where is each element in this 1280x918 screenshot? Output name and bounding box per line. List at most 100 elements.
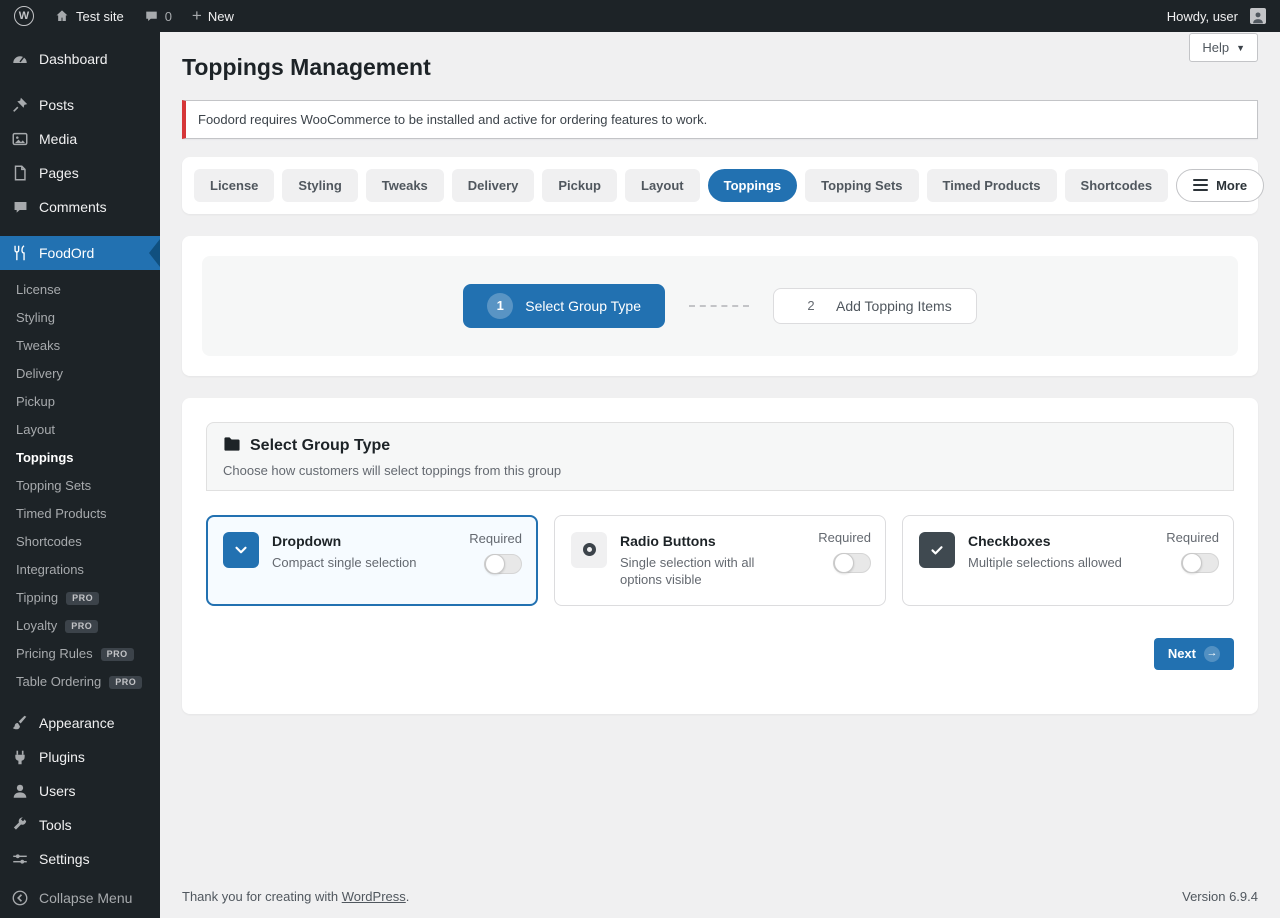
submenu-label: Delivery — [16, 365, 63, 383]
footer-version: Version 6.9.4 — [1182, 889, 1258, 904]
footer-thanks: Thank you for creating with WordPress. — [182, 889, 409, 904]
submenu-label: Pickup — [16, 393, 55, 411]
pro-badge: PRO — [109, 676, 142, 689]
submenu-label: Table Ordering — [16, 673, 101, 691]
tab-tweaks[interactable]: Tweaks — [366, 169, 444, 202]
dashboard-icon — [10, 50, 30, 68]
submenu-item-table-ordering[interactable]: Table Ordering PRO — [0, 668, 160, 696]
sidebar-item-plugins[interactable]: Plugins — [0, 740, 160, 774]
submenu-label: Tweaks — [16, 337, 60, 355]
option-title: Radio Buttons — [620, 532, 799, 550]
notice-text: Foodord requires WooCommerce to be insta… — [198, 112, 707, 127]
wordpress-menu-button[interactable]: W — [4, 0, 44, 32]
option-card-radio-buttons[interactable]: Radio Buttons Single selection with all … — [554, 515, 886, 606]
submenu-label: Topping Sets — [16, 477, 91, 495]
sidebar-item-label: Tools — [39, 815, 72, 835]
tab-pickup[interactable]: Pickup — [542, 169, 617, 202]
more-tabs-button[interactable]: More — [1176, 169, 1264, 202]
toggle-knob — [1182, 553, 1202, 573]
tab-timed-products[interactable]: Timed Products — [927, 169, 1057, 202]
sidebar-item-pages[interactable]: Pages — [0, 156, 160, 190]
submenu-item-topping-sets[interactable]: Topping Sets — [0, 472, 160, 500]
sidebar-item-tools[interactable]: Tools — [0, 808, 160, 842]
tab-toppings[interactable]: Toppings — [708, 169, 798, 202]
required-label: Required — [469, 531, 522, 546]
submenu-item-pickup[interactable]: Pickup — [0, 388, 160, 416]
required-toggle[interactable] — [1181, 553, 1219, 573]
submenu-label: Loyalty — [16, 617, 57, 635]
wordpress-link[interactable]: WordPress — [342, 889, 406, 904]
step-number-badge: 1 — [487, 293, 513, 319]
tab-shortcodes[interactable]: Shortcodes — [1065, 169, 1169, 202]
avatar — [1250, 8, 1266, 24]
submenu-item-loyalty[interactable]: Loyalty PRO — [0, 612, 160, 640]
help-button[interactable]: Help ▼ — [1189, 33, 1258, 62]
required-toggle[interactable] — [833, 553, 871, 573]
sidebar-item-label: Settings — [39, 849, 90, 869]
tab-topping-sets[interactable]: Topping Sets — [805, 169, 918, 202]
sidebar-item-posts[interactable]: Posts — [0, 88, 160, 122]
submenu-label: Integrations — [16, 561, 84, 579]
home-icon — [54, 8, 70, 24]
sidebar-item-label: Dashboard — [39, 49, 108, 69]
pushpin-icon — [10, 96, 30, 114]
submenu-item-license[interactable]: License — [0, 276, 160, 304]
submenu-label: Styling — [16, 309, 55, 327]
sidebar-item-label: Pages — [39, 163, 79, 183]
step-add-topping-items[interactable]: 2 Add Topping Items — [773, 288, 977, 324]
sidebar-item-foodord[interactable]: FoodOrd — [0, 236, 160, 270]
sidebar-item-users[interactable]: Users — [0, 774, 160, 808]
food-icon — [10, 244, 30, 262]
submenu-item-integrations[interactable]: Integrations — [0, 556, 160, 584]
pro-badge: PRO — [65, 620, 98, 633]
step-label: Select Group Type — [525, 298, 641, 314]
submenu-item-delivery[interactable]: Delivery — [0, 360, 160, 388]
wrench-icon — [10, 816, 30, 834]
submenu-item-tweaks[interactable]: Tweaks — [0, 332, 160, 360]
submenu-label: Timed Products — [16, 505, 107, 523]
admin-bar: W Test site 0 + New Howdy, user — [0, 0, 1280, 32]
group-type-options: Dropdown Compact single selection Requir… — [206, 515, 1234, 606]
submenu-item-tipping[interactable]: TippingPRO — [0, 584, 160, 612]
current-menu-arrow — [149, 239, 160, 267]
submenu-item-timed-products[interactable]: Timed Products — [0, 500, 160, 528]
sidebar-item-comments[interactable]: Comments — [0, 190, 160, 224]
option-card-dropdown[interactable]: Dropdown Compact single selection Requir… — [206, 515, 538, 606]
step-select-group-type[interactable]: 1 Select Group Type — [463, 284, 665, 328]
tab-delivery[interactable]: Delivery — [452, 169, 535, 202]
collapse-menu-button[interactable]: Collapse Menu — [0, 881, 160, 918]
sidebar-item-appearance[interactable]: Appearance — [0, 706, 160, 740]
submenu-item-shortcodes[interactable]: Shortcodes — [0, 528, 160, 556]
submenu-item-pricing-rules[interactable]: Pricing RulesPRO — [0, 640, 160, 668]
account-menu[interactable]: Howdy, user — [1157, 0, 1276, 32]
sidebar-item-label: Comments — [39, 197, 107, 217]
comments-count: 0 — [165, 9, 172, 24]
sidebar-item-dashboard[interactable]: Dashboard — [0, 42, 160, 76]
settings-tabs: License Styling Tweaks Delivery Pickup L… — [182, 157, 1258, 214]
group-type-card: Select Group Type Choose how customers w… — [182, 398, 1258, 714]
comment-icon — [10, 199, 30, 216]
submenu-item-layout[interactable]: Layout — [0, 416, 160, 444]
submenu-item-toppings[interactable]: Toppings — [0, 444, 160, 472]
pro-badge: PRO — [66, 592, 99, 605]
folder-icon — [223, 436, 241, 457]
comments-shortcut[interactable]: 0 — [134, 0, 182, 32]
arrow-right-icon: → — [1204, 646, 1220, 662]
tab-layout[interactable]: Layout — [625, 169, 700, 202]
sidebar-item-settings[interactable]: Settings — [0, 842, 160, 876]
required-toggle[interactable] — [484, 554, 522, 574]
brush-icon — [10, 714, 30, 732]
next-button[interactable]: Next → — [1154, 638, 1234, 670]
option-title: Checkboxes — [968, 532, 1122, 550]
option-card-checkboxes[interactable]: Checkboxes Multiple selections allowed R… — [902, 515, 1234, 606]
tab-styling[interactable]: Styling — [282, 169, 357, 202]
plug-icon — [10, 748, 30, 766]
sidebar-item-media[interactable]: Media — [0, 122, 160, 156]
new-content-button[interactable]: + New — [182, 0, 244, 32]
step-label: Add Topping Items — [836, 298, 952, 314]
site-link[interactable]: Test site — [44, 0, 134, 32]
tab-license[interactable]: License — [194, 169, 274, 202]
plus-icon: + — [192, 7, 202, 24]
comment-icon — [144, 9, 159, 24]
submenu-item-styling[interactable]: Styling — [0, 304, 160, 332]
